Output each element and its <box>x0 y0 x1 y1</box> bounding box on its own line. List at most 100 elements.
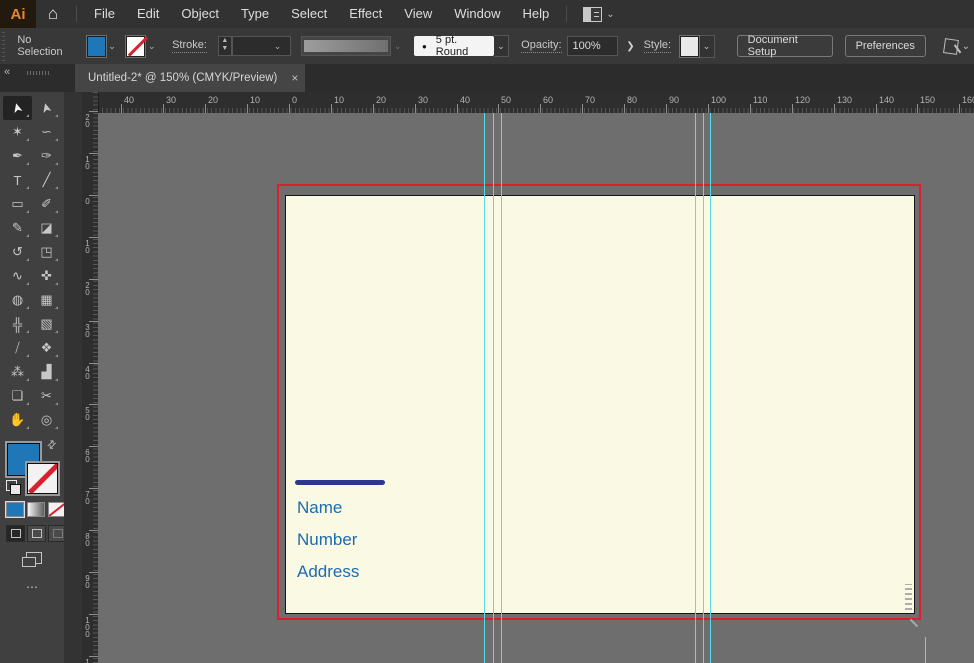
line-segment-tool[interactable]: ╱ <box>32 168 61 192</box>
magic-wand-tool-icon: ✶ <box>12 124 23 140</box>
stroke-label[interactable]: Stroke: <box>172 39 207 53</box>
stepper-down-icon[interactable]: ▼ <box>219 45 231 53</box>
rotate-tool[interactable]: ↺ <box>3 240 32 264</box>
opacity-label[interactable]: Opacity: <box>521 39 561 53</box>
card-text-number[interactable]: Number <box>297 530 357 550</box>
tab-bar: « Untitled-2* @ 150% (CMYK/Preview) × <box>0 64 974 92</box>
type-tool[interactable]: T <box>3 168 32 192</box>
vertical-guide[interactable] <box>695 113 696 663</box>
menu-select[interactable]: Select <box>280 0 338 28</box>
mesh-tool-icon: ╬ <box>13 317 22 332</box>
stroke-color-swatch[interactable] <box>126 36 145 57</box>
lasso-tool[interactable]: ∽ <box>32 120 61 144</box>
perspective-grid-tool[interactable]: ▦ <box>32 288 61 312</box>
stroke-width-stepper[interactable]: ▲ ▼ <box>218 36 232 56</box>
stepper-up-icon[interactable]: ▲ <box>219 37 231 45</box>
illustrator-logo-icon[interactable]: Ai <box>0 0 36 28</box>
chevron-down-icon[interactable]: ⌄ <box>271 41 285 52</box>
card-rule-line[interactable] <box>295 480 385 485</box>
gradient-button[interactable] <box>27 502 45 517</box>
magic-wand-tool[interactable]: ✶ <box>3 120 32 144</box>
vertical-guide[interactable] <box>484 113 485 663</box>
paintbrush-tool[interactable]: ✐ <box>32 192 61 216</box>
draw-behind-button[interactable] <box>27 525 46 542</box>
stroke-width-field[interactable]: ⌄ <box>232 36 291 56</box>
eyedropper-tool[interactable]: ⧸ <box>3 336 32 360</box>
swap-fill-stroke-icon[interactable]: ⇄ <box>44 437 60 453</box>
curvature-tool[interactable]: ✑ <box>32 144 61 168</box>
chevron-right-icon[interactable]: ❯ <box>626 41 634 52</box>
mesh-tool[interactable]: ╬ <box>3 312 32 336</box>
symbol-sprayer-tool[interactable]: ⁂ <box>3 360 32 384</box>
ruler-label: 130 <box>837 95 852 105</box>
menu-window[interactable]: Window <box>443 0 511 28</box>
workspace-icon[interactable] <box>943 38 959 55</box>
vertical-ruler[interactable]: 20100102030405060708090100110 <box>82 92 99 663</box>
preferences-button[interactable]: Preferences <box>845 35 926 57</box>
rectangle-tool[interactable]: ▭ <box>3 192 32 216</box>
zoom-tool[interactable]: ◎ <box>32 408 61 432</box>
style-swatch[interactable] <box>680 36 699 57</box>
menu-edit[interactable]: Edit <box>126 0 170 28</box>
vertical-guide[interactable] <box>703 113 704 663</box>
brush-dropdown-button[interactable]: ⌄ <box>494 35 509 57</box>
ruler-label: 20 <box>208 95 218 105</box>
column-graph-tool[interactable]: ▟ <box>32 360 61 384</box>
edit-toolbar-icon[interactable]: ⋯ <box>26 580 39 594</box>
menu-type[interactable]: Type <box>230 0 280 28</box>
direct-selection-tool[interactable]: ➤ <box>32 96 61 120</box>
menu-effect[interactable]: Effect <box>338 0 393 28</box>
home-icon[interactable]: ⌂ <box>36 0 70 28</box>
vertical-guide-segment[interactable] <box>925 637 926 663</box>
vertical-guide[interactable] <box>710 113 711 663</box>
eraser-tool[interactable]: ◪ <box>32 216 61 240</box>
puppet-warp-tool[interactable]: ✜ <box>32 264 61 288</box>
chevron-down-icon[interactable]: ⌄ <box>106 41 119 52</box>
ruler-label: 80 <box>627 95 637 105</box>
stroke-color-control[interactable] <box>27 463 58 494</box>
style-label[interactable]: Style: <box>644 39 672 53</box>
shaper-tool[interactable]: ∿ <box>3 264 32 288</box>
selection-tool[interactable]: ➤ <box>3 96 32 120</box>
pencil-tool[interactable]: ✎ <box>3 216 32 240</box>
pen-tool[interactable]: ✒ <box>3 144 32 168</box>
menu-file[interactable]: File <box>83 0 126 28</box>
panel-grip[interactable] <box>0 29 6 63</box>
draw-normal-button[interactable] <box>6 525 25 542</box>
gradient-tool[interactable]: ▧ <box>32 312 61 336</box>
vertical-guide[interactable] <box>493 113 494 663</box>
menu-help[interactable]: Help <box>511 0 560 28</box>
artboard-tool[interactable]: ❏ <box>3 384 32 408</box>
opacity-field[interactable]: 100% <box>567 36 619 56</box>
document-setup-button[interactable]: Document Setup <box>737 35 833 57</box>
chevron-down-icon[interactable]: ⌄ <box>145 41 158 52</box>
collapse-panels-icon[interactable]: « <box>4 66 10 78</box>
shape-builder-tool[interactable]: ◍ <box>3 288 32 312</box>
ruler-label: 110 <box>83 658 92 663</box>
menu-object[interactable]: Object <box>170 0 230 28</box>
card-text-name[interactable]: Name <box>297 498 342 518</box>
color-button[interactable] <box>6 502 24 517</box>
horizontal-ruler[interactable]: 4030201001020304050607080901001101201301… <box>98 92 974 114</box>
scale-tool[interactable]: ◳ <box>32 240 61 264</box>
hand-tool[interactable]: ✋ <box>3 408 32 432</box>
default-fill-stroke-icon[interactable] <box>6 480 17 491</box>
change-screen-mode-icon[interactable] <box>26 552 42 564</box>
tool-grid: ➤➤ ✶ ∽✒✑T╱▭✐✎◪↺◳∿✜◍▦ ╬ ▧⧸❖⁂▟❏✂✋◎ <box>3 96 63 432</box>
style-dropdown-button[interactable]: ⌄ <box>699 35 714 58</box>
ruler-label: 0 <box>292 95 297 105</box>
chevron-down-icon[interactable]: ⌄ <box>602 9 618 20</box>
arrange-documents-icon[interactable] <box>583 7 602 22</box>
artboard[interactable] <box>285 195 915 614</box>
dock-grip[interactable] <box>27 71 49 75</box>
close-tab-icon[interactable]: × <box>291 71 298 85</box>
brush-definition-dropdown[interactable]: ● 5 pt. Round <box>414 36 494 56</box>
menu-view[interactable]: View <box>393 0 443 28</box>
fill-color-swatch[interactable] <box>87 36 106 57</box>
canvas[interactable]: Name Number Address <box>98 113 974 663</box>
card-text-address[interactable]: Address <box>297 562 359 582</box>
document-tab[interactable]: Untitled-2* @ 150% (CMYK/Preview) × <box>75 64 305 92</box>
vertical-guide[interactable] <box>501 113 502 663</box>
blend-tool[interactable]: ❖ <box>32 336 61 360</box>
slice-tool[interactable]: ✂ <box>32 384 61 408</box>
